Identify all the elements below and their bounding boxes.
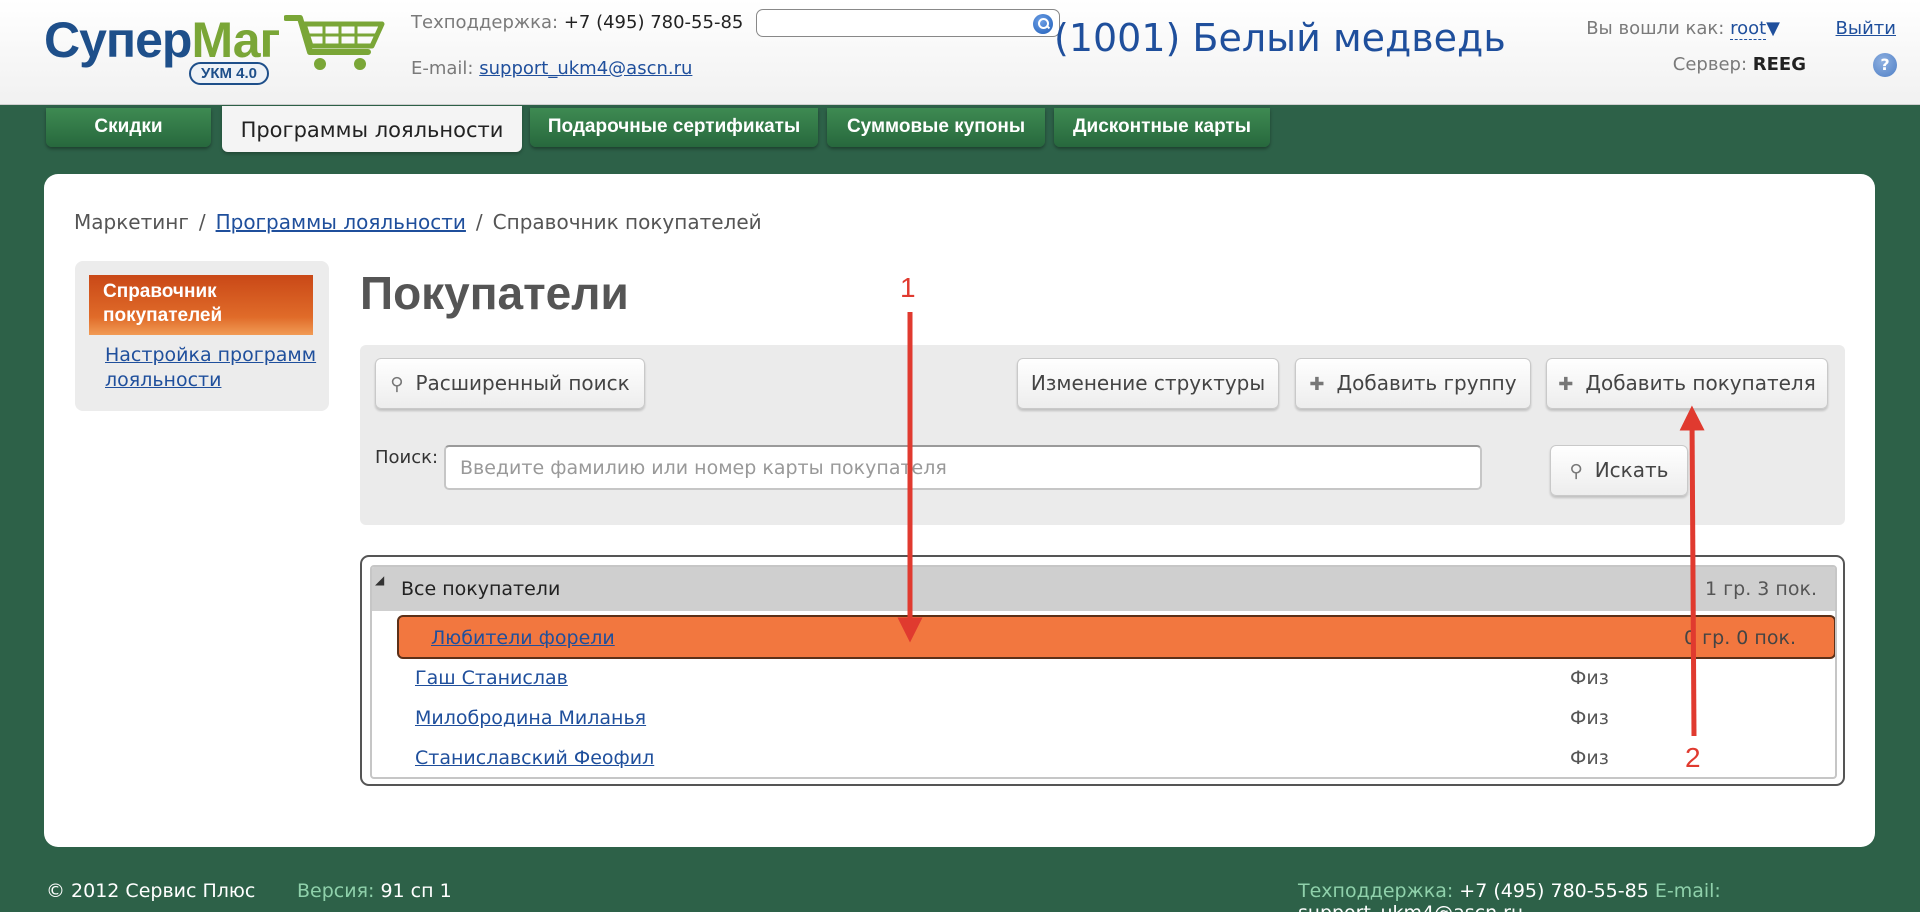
breadcrumb: Маркетинг / Программы лояльности / Справочни…	[74, 210, 762, 234]
toolbar-panel: ⚲ Расширенный поиск Изменение структуры ✚…	[360, 345, 1845, 525]
collapse-triangle-icon[interactable]: ◢	[375, 573, 384, 587]
footer-support-label: Техподдержка:	[1298, 880, 1454, 902]
table-row[interactable]: Гаш Станислав Физ	[372, 659, 1835, 699]
footer-email-label: E-mail:	[1654, 880, 1721, 902]
footer-version: Версия: 91 сп 1	[297, 880, 452, 902]
page-title: Покупатели	[360, 267, 629, 319]
chevron-down-icon[interactable]: ▼	[1766, 18, 1780, 39]
tree-root-label: Все покупатели	[401, 578, 561, 600]
header-support-email: E-mail: support_ukm4@ascn.ru	[411, 58, 692, 79]
plus-icon: ✚	[1309, 374, 1325, 395]
header-support-phone: Техподдержка: +7 (495) 780-55-85	[411, 12, 743, 33]
footer-copyright: © 2012 Сервис Плюс	[46, 880, 256, 902]
customer-type: Физ	[1570, 667, 1609, 689]
server-label: Сервер:	[1672, 54, 1748, 75]
footer-email-link[interactable]: support_ukm4@ascn.ru	[1298, 902, 1523, 912]
breadcrumb-current: Справочник покупателей	[492, 210, 762, 234]
sidebar-item-loyalty-settings[interactable]: Настройка программ лояльности	[105, 343, 325, 393]
table-row[interactable]: Станиславский Феофил Физ	[372, 739, 1835, 777]
user-info: Вы вошли как: root▼	[1586, 18, 1780, 40]
sidebar-item-customers[interactable]: Справочник покупателей	[89, 275, 313, 335]
table-row[interactable]: Милобродина Миланья Физ	[372, 699, 1835, 739]
change-structure-label: Изменение структуры	[1030, 371, 1266, 395]
tree-group-count: 0 гр. 0 пок.	[1684, 627, 1796, 649]
customer-tree: ◢ Все покупатели 1 гр. 3 пок. Любители ф…	[360, 555, 1845, 786]
tree-root-row[interactable]: ◢ Все покупатели 1 гр. 3 пок.	[372, 567, 1835, 611]
advanced-search-label: Расширенный поиск	[415, 371, 630, 395]
logo-text-part2: Маг	[191, 12, 280, 68]
server-name: REEG	[1752, 54, 1806, 75]
customer-tree-inner: ◢ Все покупатели 1 гр. 3 пок. Любители ф…	[370, 565, 1837, 779]
find-label: Искать	[1594, 458, 1669, 482]
support-email-link[interactable]: support_ukm4@ascn.ru	[479, 58, 692, 79]
plus-icon: ✚	[1558, 374, 1574, 395]
tab-coupons[interactable]: Суммовые купоны	[827, 108, 1045, 147]
tree-root-count: 1 гр. 3 пок.	[1705, 578, 1817, 600]
footer-support: Техподдержка: +7 (495) 780-55-85 E-mail:…	[1298, 880, 1920, 912]
breadcrumb-root: Маркетинг	[74, 210, 189, 234]
add-customer-button[interactable]: ✚ Добавить покупателя	[1546, 358, 1828, 409]
add-customer-label: Добавить покупателя	[1585, 371, 1816, 395]
add-group-label: Добавить группу	[1336, 371, 1517, 395]
header-search-input[interactable]	[756, 9, 1060, 37]
logo-text-part1: Супер	[44, 12, 192, 68]
search-icon: ⚲	[1569, 461, 1583, 482]
user-menu-link[interactable]: root	[1730, 18, 1767, 40]
customer-link[interactable]: Милобродина Миланья	[415, 707, 646, 729]
help-icon[interactable]: ?	[1873, 53, 1897, 77]
customer-type: Физ	[1570, 747, 1609, 769]
sidebar: Справочник покупателей Настройка програм…	[75, 261, 329, 411]
tab-gift-certificates[interactable]: Подарочные сертификаты	[530, 108, 818, 147]
breadcrumb-link-loyalty[interactable]: Программы лояльности	[216, 210, 466, 234]
logo-text: СуперМаг	[44, 12, 280, 68]
cart-icon	[284, 15, 385, 70]
advanced-search-button[interactable]: ⚲ Расширенный поиск	[375, 358, 645, 409]
add-group-button[interactable]: ✚ Добавить группу	[1295, 358, 1531, 409]
customer-link[interactable]: Станиславский Феофил	[415, 747, 654, 769]
version-label: Версия:	[297, 880, 375, 902]
logout-link[interactable]: Выйти	[1836, 18, 1896, 39]
tree-group-link[interactable]: Любители форели	[431, 627, 615, 649]
search-go-icon[interactable]	[1033, 14, 1053, 34]
content-card: Маркетинг / Программы лояльности / Справочни…	[44, 174, 1875, 847]
tab-loyalty-programs[interactable]: Программы лояльности	[222, 106, 522, 152]
version-value: 91 сп 1	[380, 880, 452, 902]
support-phone-label: Техподдержка:	[411, 12, 559, 33]
customer-type: Физ	[1570, 707, 1609, 729]
logged-in-label: Вы вошли как:	[1586, 18, 1725, 39]
server-info: Сервер: REEG	[1673, 54, 1806, 75]
search-icon: ⚲	[390, 374, 404, 395]
annotation-number-1: 1	[900, 272, 916, 303]
store-title: (1001) Белый медведь	[1054, 16, 1506, 60]
app-header: СуперМаг УКМ 4.0 Техподдержка: +7 (495) …	[0, 0, 1920, 105]
search-label: Поиск:	[375, 447, 439, 468]
tab-discounts[interactable]: Скидки	[46, 108, 211, 147]
customer-search-input[interactable]: Введите фамилию или номер карты покупате…	[444, 445, 1482, 490]
tree-group-row[interactable]: Любители форели 0 гр. 0 пок.	[397, 615, 1835, 659]
footer-support-phone: +7 (495) 780-55-85	[1459, 880, 1649, 902]
breadcrumb-separator: /	[475, 210, 483, 234]
supermag-logo[interactable]: СуперМаг УКМ 4.0	[44, 10, 385, 90]
tab-discount-cards[interactable]: Дисконтные карты	[1054, 108, 1270, 147]
version-badge: УКМ 4.0	[189, 62, 270, 85]
support-email-label: E-mail:	[411, 58, 474, 79]
change-structure-button[interactable]: Изменение структуры	[1017, 358, 1279, 409]
customer-link[interactable]: Гаш Станислав	[415, 667, 568, 689]
breadcrumb-separator: /	[198, 210, 206, 234]
find-button[interactable]: ⚲ Искать	[1550, 445, 1688, 496]
annotation-number-2: 2	[1685, 742, 1701, 773]
support-phone: +7 (495) 780-55-85	[563, 12, 744, 33]
